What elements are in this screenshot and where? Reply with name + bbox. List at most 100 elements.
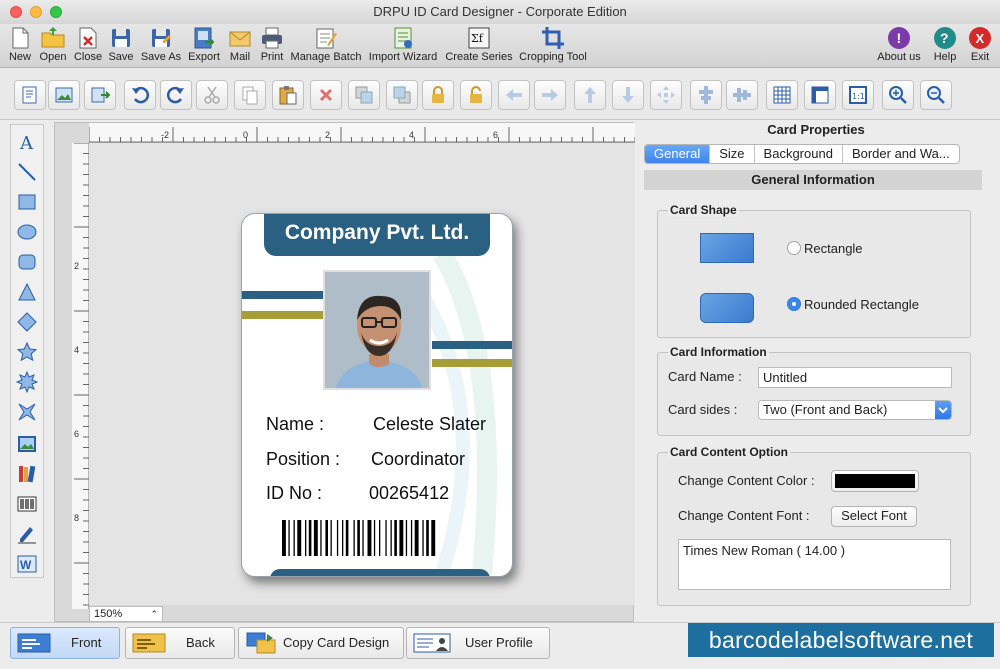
create-series-button[interactable]: Σf Create Series [444, 24, 514, 68]
tab-general[interactable]: General [645, 145, 711, 163]
grid-button[interactable] [766, 80, 798, 110]
content-color-button[interactable] [831, 470, 919, 492]
zoom-out-button[interactable] [920, 80, 952, 110]
delete-icon [319, 88, 333, 102]
image-button[interactable] [48, 80, 80, 110]
move-left-button[interactable] [498, 80, 530, 110]
window-maximize-button[interactable] [50, 6, 62, 18]
zoom-select[interactable]: 150% ⌃ [89, 606, 163, 622]
ruler-icon [811, 86, 829, 104]
export-button[interactable]: Export [186, 24, 222, 68]
open-button[interactable]: Open [37, 24, 69, 68]
delete-button[interactable] [310, 80, 342, 110]
barcode-bar [320, 520, 322, 556]
burst-tool[interactable] [14, 369, 40, 395]
card-information-group: Card Information Card Name : Untitled Ca… [657, 345, 971, 436]
paste-button[interactable] [272, 80, 304, 110]
barcode-bar [422, 520, 424, 556]
rounded-rectangle-radio[interactable] [787, 297, 801, 311]
move-up-button[interactable] [574, 80, 606, 110]
rectangle-tool[interactable] [14, 189, 40, 215]
window-close-button[interactable] [10, 6, 22, 18]
library-tool[interactable] [14, 461, 40, 487]
barcode-bar [308, 520, 312, 556]
send-backward-button[interactable] [386, 80, 418, 110]
barcode-tool[interactable] [14, 491, 40, 517]
barcode-bar [330, 520, 332, 556]
rounded-rectangle-tool[interactable] [14, 249, 40, 275]
text-tool[interactable]: A [14, 129, 40, 155]
sparkle-tool[interactable] [14, 399, 40, 425]
close-button[interactable]: Close [72, 24, 104, 68]
back-button[interactable]: Back [125, 627, 235, 659]
exit-button[interactable]: X Exit [966, 24, 994, 68]
tab-size[interactable]: Size [710, 145, 755, 163]
copy-button[interactable] [234, 80, 266, 110]
copy-card-design-button[interactable]: Copy Card Design [238, 627, 404, 659]
save-button[interactable]: Save [106, 24, 136, 68]
card-sides-select[interactable]: Two (Front and Back) [758, 400, 952, 420]
tab-border-watermark[interactable]: Border and Wa... [843, 145, 959, 163]
star-tool[interactable] [14, 339, 40, 365]
save-icon [112, 29, 130, 47]
zoom-in-button[interactable] [882, 80, 914, 110]
front-button[interactable]: Front [10, 627, 120, 659]
window-minimize-button[interactable] [30, 6, 42, 18]
rectangle-icon [18, 194, 36, 210]
copy-card-icon [246, 632, 276, 654]
bring-forward-button[interactable] [348, 80, 380, 110]
mail-button[interactable]: Mail [226, 24, 254, 68]
svg-text:X: X [976, 31, 985, 46]
unlock-button[interactable] [460, 80, 492, 110]
image-tool[interactable] [14, 431, 40, 457]
group-title: Card Content Option [668, 445, 790, 459]
diamond-tool[interactable] [14, 309, 40, 335]
print-button[interactable]: Print [258, 24, 286, 68]
vertical-ruler: 2 4 6 8 [72, 143, 89, 609]
font-preview-field: Times New Roman ( 14.00 ) [678, 539, 951, 590]
undo-button[interactable] [124, 80, 156, 110]
id-card[interactable]: Company Pvt. Ltd. Name : Celeste Slater … [241, 213, 513, 577]
help-button[interactable]: ? Help [930, 24, 960, 68]
about-us-button[interactable]: ! About us [876, 24, 922, 68]
signature-tool[interactable] [14, 521, 40, 547]
select-font-button[interactable]: Select Font [831, 506, 917, 527]
manage-batch-button[interactable]: Manage Batch [290, 24, 362, 68]
save-as-icon [152, 29, 171, 47]
cropping-tool-button[interactable]: Cropping Tool [516, 24, 590, 68]
actual-size-icon: 1:1 [849, 86, 867, 104]
properties-button[interactable] [14, 80, 46, 110]
rectangle-radio[interactable] [787, 241, 801, 255]
edit-toolbar: 1:1 [0, 68, 1000, 120]
move-right-button[interactable] [534, 80, 566, 110]
library-icon [19, 465, 36, 483]
redo-button[interactable] [160, 80, 192, 110]
export-image-button[interactable] [84, 80, 116, 110]
card-name-input[interactable]: Untitled [758, 367, 952, 388]
cut-button[interactable] [196, 80, 228, 110]
center-button[interactable] [650, 80, 682, 110]
triangle-tool[interactable] [14, 279, 40, 305]
user-profile-button[interactable]: User Profile [406, 627, 550, 659]
tab-background[interactable]: Background [755, 145, 843, 163]
move-down-button[interactable] [612, 80, 644, 110]
line-icon [18, 163, 36, 181]
rectangle-shape-preview[interactable] [700, 233, 754, 263]
lock-button[interactable] [422, 80, 454, 110]
profile-photo [323, 270, 431, 390]
import-wizard-button[interactable]: Import Wizard [366, 24, 440, 68]
line-tool[interactable] [14, 159, 40, 185]
ruler-button[interactable] [804, 80, 836, 110]
ellipse-tool[interactable] [14, 219, 40, 245]
align-horizontal-button[interactable] [690, 80, 722, 110]
barcode-bar [394, 520, 397, 556]
align-vertical-button[interactable] [726, 80, 758, 110]
actual-size-button[interactable]: 1:1 [842, 80, 874, 110]
watermark-tool[interactable]: W [14, 551, 40, 577]
card-content-option-group: Card Content Option Change Content Color… [657, 445, 971, 606]
section-title: General Information [644, 170, 982, 190]
new-button[interactable]: New [6, 24, 34, 68]
rounded-shape-preview[interactable] [700, 293, 754, 323]
svg-text:1:1: 1:1 [852, 92, 865, 101]
save-as-button[interactable]: Save As [140, 24, 182, 68]
